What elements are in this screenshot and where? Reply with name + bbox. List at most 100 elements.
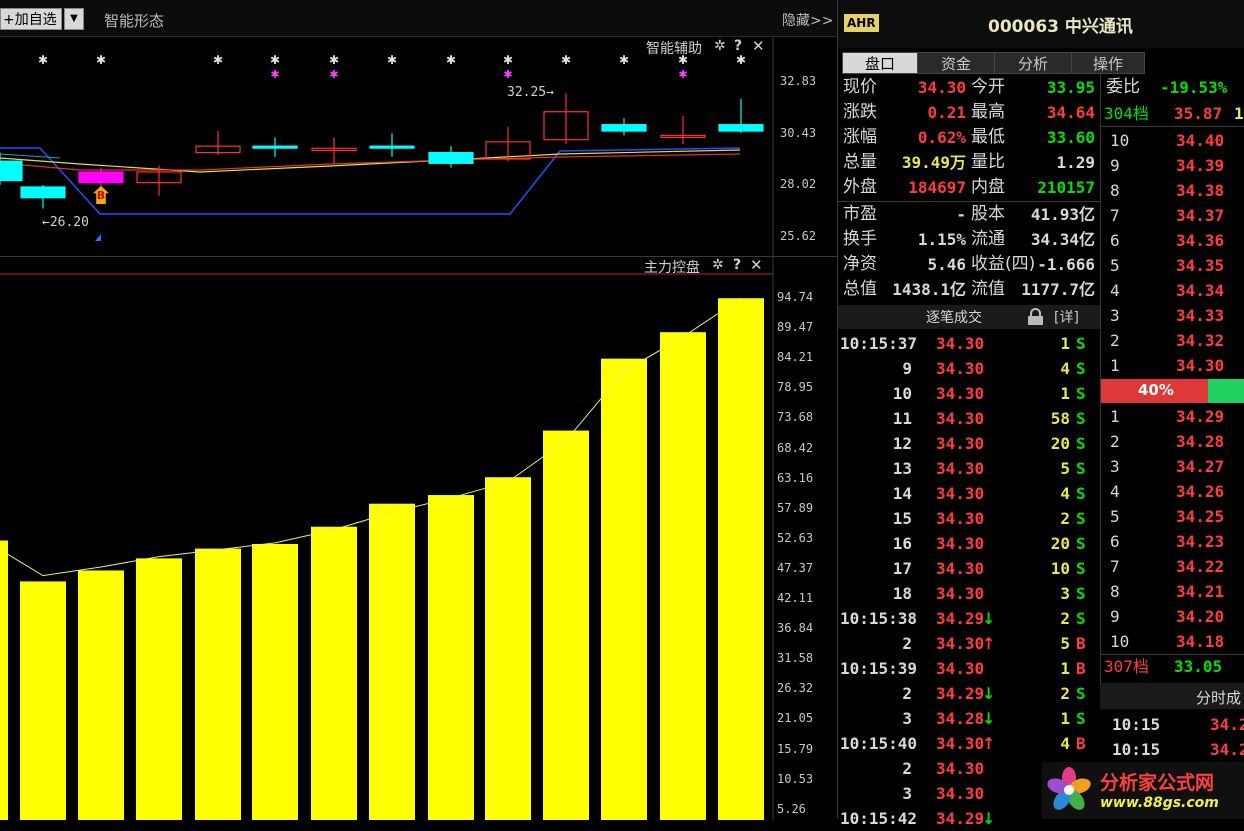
ahr-badge[interactable]: AHR — [844, 14, 879, 32]
bid-level: 8 — [1110, 582, 1120, 601]
ask-total-label: 304档 — [1104, 104, 1149, 123]
help-icon[interactable]: ? — [733, 257, 741, 273]
ratio-bar-label: 40% — [1138, 381, 1174, 399]
tick-side: S — [1076, 384, 1086, 403]
bid-price: 34.21 — [1176, 582, 1225, 601]
ask-level: 3 — [1110, 306, 1120, 325]
watchlist-dropdown-button[interactable]: ▼ — [64, 8, 84, 30]
quote-label: 净资 — [843, 254, 877, 274]
bid-price: 34.27 — [1176, 457, 1225, 476]
star-marker: ✱ — [96, 53, 106, 67]
tick-volume: 2 — [1060, 684, 1070, 703]
ratio-bar-green — [1208, 379, 1244, 403]
tick-side: S — [1076, 359, 1086, 378]
ratio-label: 委比 — [1106, 77, 1140, 97]
gear-icon[interactable]: ✲ — [714, 38, 726, 54]
tick-time: 10 — [892, 384, 912, 403]
bid-total-price: 33.05 — [1174, 657, 1223, 676]
bid-price: 34.22 — [1176, 557, 1225, 576]
tick-side: S — [1076, 609, 1086, 628]
kline-panel[interactable]: ✱ ✱ ✱ ✱ ✱ ✱ ✱ ✱ ✱ ✱ ✱ ✱ ✱ ✱ ✱ ✱ — [0, 36, 838, 256]
ask-level: 4 — [1110, 281, 1120, 300]
bid-level: 2 — [1110, 432, 1120, 451]
watermark-site: 分析家公式网 — [1100, 772, 1215, 794]
tick-side: S — [1076, 684, 1086, 703]
kline-panel-title: 智能辅助 — [646, 41, 702, 57]
tick-price: 34.30 — [936, 509, 985, 528]
quote-label: 现价 — [843, 77, 877, 97]
close-icon[interactable]: ✕ — [750, 256, 763, 274]
tick-price: 34.30 — [936, 584, 985, 603]
tick-price: 34.30 — [936, 559, 985, 578]
quote-label: 涨幅 — [843, 127, 877, 147]
hide-panel-button[interactable]: 隐藏>> — [782, 10, 833, 30]
tick-price: 34.30 — [936, 734, 985, 753]
ask-level: 7 — [1110, 206, 1120, 225]
pink-star-marker: ✱ — [503, 68, 512, 81]
tick-time: 12 — [892, 434, 912, 453]
watermark-logo: 分析家公式网 www.88gs.com — [1042, 762, 1244, 819]
bid-level: 10 — [1110, 632, 1130, 651]
control-panel-title: 主力控盘 — [644, 260, 700, 276]
tick-header-label: 逐笔成交 — [926, 310, 982, 326]
quote-value: -1.666 — [1037, 255, 1095, 274]
control-axis-label: 21.05 — [777, 711, 814, 726]
close-icon[interactable]: ✕ — [752, 37, 765, 55]
control-bar — [0, 540, 8, 820]
control-axis-label: 47.37 — [777, 560, 814, 575]
tick-time: 10:15:38 — [840, 609, 918, 628]
control-bar — [718, 298, 764, 820]
quote-value: 0.62% — [917, 128, 966, 147]
tick-volume: 1 — [1060, 709, 1070, 728]
tick-volume: 1 — [1060, 334, 1070, 353]
kline-chart: ✱ ✱ ✱ ✱ ✱ ✱ ✱ ✱ ✱ ✱ ✱ ✱✱ ✱ ✱ ✱ — [0, 36, 774, 256]
quote-label: 今开 — [971, 77, 1005, 97]
star-marker: ✱ — [619, 53, 629, 67]
tick-volume: 2 — [1060, 509, 1070, 528]
tick-side: B — [1076, 659, 1086, 678]
star-marker: ✱ — [561, 53, 571, 67]
tick-side: S — [1076, 334, 1086, 353]
tick-time: 18 — [892, 584, 912, 603]
pink-star-marker: ✱ — [329, 68, 338, 81]
quote-label: 内盘 — [971, 177, 1005, 197]
tick-price: 34.28 — [936, 709, 985, 728]
tick-volume: 10 — [1050, 559, 1070, 578]
quote-value: 1438.1亿 — [892, 280, 966, 299]
bid-price: 34.18 — [1176, 632, 1225, 651]
tick-side: S — [1076, 534, 1086, 553]
detail-link[interactable]: [详] — [1054, 307, 1079, 327]
ask-level: 8 — [1110, 181, 1120, 200]
control-axis-label: 5.26 — [777, 801, 806, 816]
tab-3[interactable]: 操作 — [1071, 52, 1145, 74]
smart-shape-button[interactable]: 智能形态 — [104, 10, 164, 31]
tick-time: 14 — [892, 484, 912, 503]
bid-level: 1 — [1110, 407, 1120, 426]
ask-level: 10 — [1110, 131, 1130, 150]
control-bar — [660, 332, 706, 820]
star-marker: ✱ — [736, 53, 746, 67]
help-icon[interactable]: ? — [734, 38, 742, 54]
control-axis-label: 36.84 — [777, 621, 814, 636]
kline-axis-label: 25.62 — [780, 229, 817, 243]
control-bar — [369, 503, 415, 820]
quote-value: 34.30 — [917, 78, 966, 97]
tab-2[interactable]: 分析 — [994, 52, 1072, 74]
ask-level: 2 — [1110, 331, 1120, 350]
control-axis-label: 31.58 — [777, 651, 814, 666]
control-panel[interactable] — [0, 256, 838, 820]
watermark-url: www.88gs.com — [1100, 795, 1219, 811]
tick-volume — [1030, 756, 1070, 781]
add-watchlist-button[interactable]: +加自选 — [0, 8, 62, 30]
tick-side: S — [1076, 459, 1086, 478]
low-pointer-icon — [95, 234, 101, 241]
control-axis-label: 78.95 — [777, 380, 814, 395]
control-axis-label: 63.16 — [777, 470, 814, 485]
kline-axis-label: 28.02 — [780, 177, 817, 191]
plus-icon: + — [3, 12, 15, 28]
quote-label: 总值 — [843, 279, 877, 299]
quote-value: 5.46 — [927, 255, 966, 274]
tab-1[interactable]: 资金 — [917, 52, 995, 74]
tab-0[interactable]: 盘口 — [842, 52, 918, 74]
gear-icon[interactable]: ✲ — [712, 257, 724, 273]
